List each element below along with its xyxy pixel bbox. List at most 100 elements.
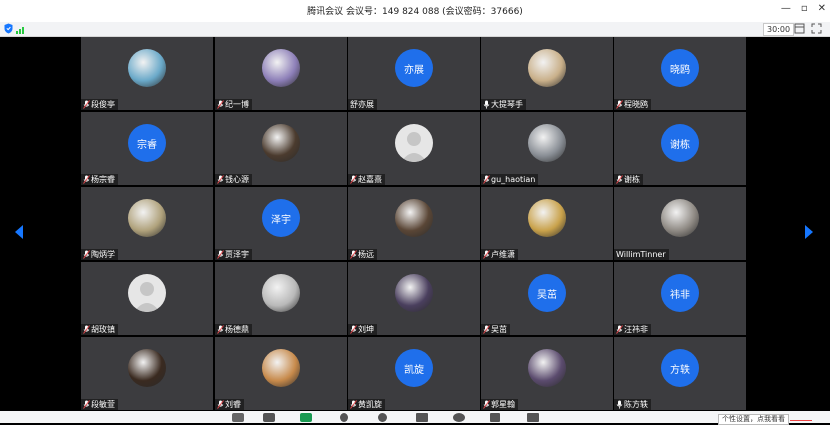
signal-icon[interactable] — [16, 24, 26, 34]
participant-name-tag: 程晓鸥 — [614, 99, 651, 110]
maximize-button[interactable]: ▫ — [801, 3, 808, 14]
participant-name-tag: 段敏萱 — [81, 399, 118, 410]
participant-name: 杨德鼎 — [225, 325, 249, 334]
participant-tile[interactable]: 卢维潇 — [481, 187, 613, 260]
participant-tile[interactable]: 宗睿 杨宗睿 — [81, 112, 213, 185]
participant-name: 舒亦展 — [350, 100, 374, 109]
chevron-left-icon[interactable] — [14, 225, 24, 239]
avatar-initials: 亦展 — [404, 64, 424, 76]
participant-tile[interactable]: 钱心源 — [215, 112, 347, 185]
participant-tile[interactable]: 杨远 — [348, 187, 480, 260]
participant-tile[interactable]: 吴茁 吴茁 — [481, 262, 613, 335]
participant-name-tag: 纪一博 — [215, 99, 252, 110]
participant-tile[interactable]: 胡玫镇 — [81, 262, 213, 335]
mic-muted-icon — [350, 400, 357, 409]
participant-tile[interactable]: 谢栋 谢栋 — [614, 112, 746, 185]
mic-muted-icon — [616, 100, 623, 109]
avatar-initials: 方轶 — [670, 364, 690, 376]
avatar: 晓鸥 — [661, 49, 699, 87]
avatar-photo — [262, 349, 300, 387]
avatar-initials: 泽宇 — [271, 214, 291, 226]
mic-icon — [616, 400, 623, 409]
participant-tile[interactable]: 段敏萱 — [81, 337, 213, 410]
participant-name-tag: 卢维潇 — [481, 249, 518, 260]
meeting-topbar: 30:00 — [0, 22, 830, 37]
chevron-right-icon[interactable] — [804, 225, 814, 239]
layout-icon[interactable] — [794, 23, 805, 34]
participant-tile[interactable]: 刘睿 — [215, 337, 347, 410]
avatar: 方轶 — [661, 349, 699, 387]
shield-icon[interactable] — [4, 23, 13, 34]
mic-muted-icon — [483, 250, 490, 259]
avatar: 凯旋 — [395, 349, 433, 387]
person-icon — [401, 132, 427, 162]
mic-muted-icon — [483, 175, 490, 184]
participant-name-tag: 郭星翰 — [481, 399, 518, 410]
participant-name-tag: 汪祎非 — [614, 324, 651, 335]
participant-tile[interactable]: 纪一博 — [215, 37, 347, 110]
invite-icon[interactable] — [340, 413, 348, 422]
apps-icon[interactable] — [527, 413, 539, 422]
participant-tile[interactable]: 晓鸥程晓鸥 — [614, 37, 746, 110]
avatar-initials: 凯旋 — [404, 364, 424, 376]
avatar-photo — [661, 199, 699, 237]
mic-muted-icon — [616, 175, 623, 184]
participant-tile[interactable]: 赵嘉熹 — [348, 112, 480, 185]
participant-tile[interactable]: 方轶陈方轶 — [614, 337, 746, 410]
participant-name: gu_haotian — [491, 175, 536, 184]
participant-name-tag: 陈方轶 — [614, 399, 651, 410]
participant-tile[interactable]: 杨德鼎 — [215, 262, 347, 335]
participant-name: 段敏萱 — [91, 400, 115, 409]
avatar: 吴茁 — [528, 274, 566, 312]
avatar-photo — [528, 49, 566, 87]
fullscreen-icon[interactable] — [811, 23, 822, 34]
participant-name: 大提琴手 — [491, 100, 523, 109]
avatar-photo — [528, 124, 566, 162]
person-icon — [134, 282, 160, 312]
mic-muted-icon — [83, 400, 90, 409]
participant-tile[interactable]: 泽宇 贾泽宇 — [215, 187, 347, 260]
meeting-toolbar — [0, 411, 830, 423]
share-screen-icon[interactable] — [300, 413, 312, 422]
participant-name-tag: gu_haotian — [481, 174, 539, 185]
participant-tile[interactable]: 郭星翰 — [481, 337, 613, 410]
participant-name-tag: 赵嘉熹 — [348, 174, 385, 185]
participant-name-tag: 大提琴手 — [481, 99, 526, 110]
participant-name: 段俊亭 — [91, 100, 115, 109]
mic-muted-icon — [350, 250, 357, 259]
avatar-photo — [128, 199, 166, 237]
participant-tile[interactable]: 刘坤 — [348, 262, 480, 335]
chat-icon[interactable] — [416, 413, 428, 422]
participant-tile[interactable]: gu_haotian — [481, 112, 613, 185]
avatar-photo — [128, 49, 166, 87]
document-icon[interactable] — [490, 413, 500, 422]
window-titlebar: 腾讯会议 会议号：149 824 088 (会议密码：37666) — ▫ ✕ — [0, 0, 830, 22]
camera-button-icon[interactable] — [263, 413, 275, 422]
mic-muted-icon — [83, 175, 90, 184]
participant-name: 杨远 — [358, 250, 374, 259]
tip-toast[interactable]: 个性设置，点我看看 — [718, 414, 789, 425]
participant-tile[interactable]: 祎非 汪祎非 — [614, 262, 746, 335]
participant-name-tag: 陶炳学 — [81, 249, 118, 260]
mic-muted-icon — [217, 250, 224, 259]
avatar-photo — [395, 274, 433, 312]
close-button[interactable]: ✕ — [818, 3, 826, 14]
participant-tile[interactable]: 亦展舒亦展 — [348, 37, 480, 110]
mic-muted-icon — [350, 175, 357, 184]
participant-tile[interactable]: 段俊亭 — [81, 37, 213, 110]
minimize-button[interactable]: — — [781, 3, 791, 14]
record-icon[interactable] — [453, 413, 465, 422]
participant-tile[interactable]: WillimTinner — [614, 187, 746, 260]
meeting-timer: 30:00 — [763, 23, 795, 36]
participant-tile[interactable]: 大提琴手 — [481, 37, 613, 110]
mic-button-icon[interactable] — [232, 413, 244, 422]
participant-name-tag: 胡玫镇 — [81, 324, 118, 335]
participant-name: 汪祎非 — [624, 325, 648, 334]
members-icon[interactable] — [378, 413, 387, 422]
mic-muted-icon — [83, 250, 90, 259]
participant-name-tag: 钱心源 — [215, 174, 252, 185]
participant-tile[interactable]: 陶炳学 — [81, 187, 213, 260]
avatar-photo — [395, 199, 433, 237]
participant-tile[interactable]: 凯旋 黄凯旋 — [348, 337, 480, 410]
avatar-initials: 谢栋 — [670, 139, 690, 151]
